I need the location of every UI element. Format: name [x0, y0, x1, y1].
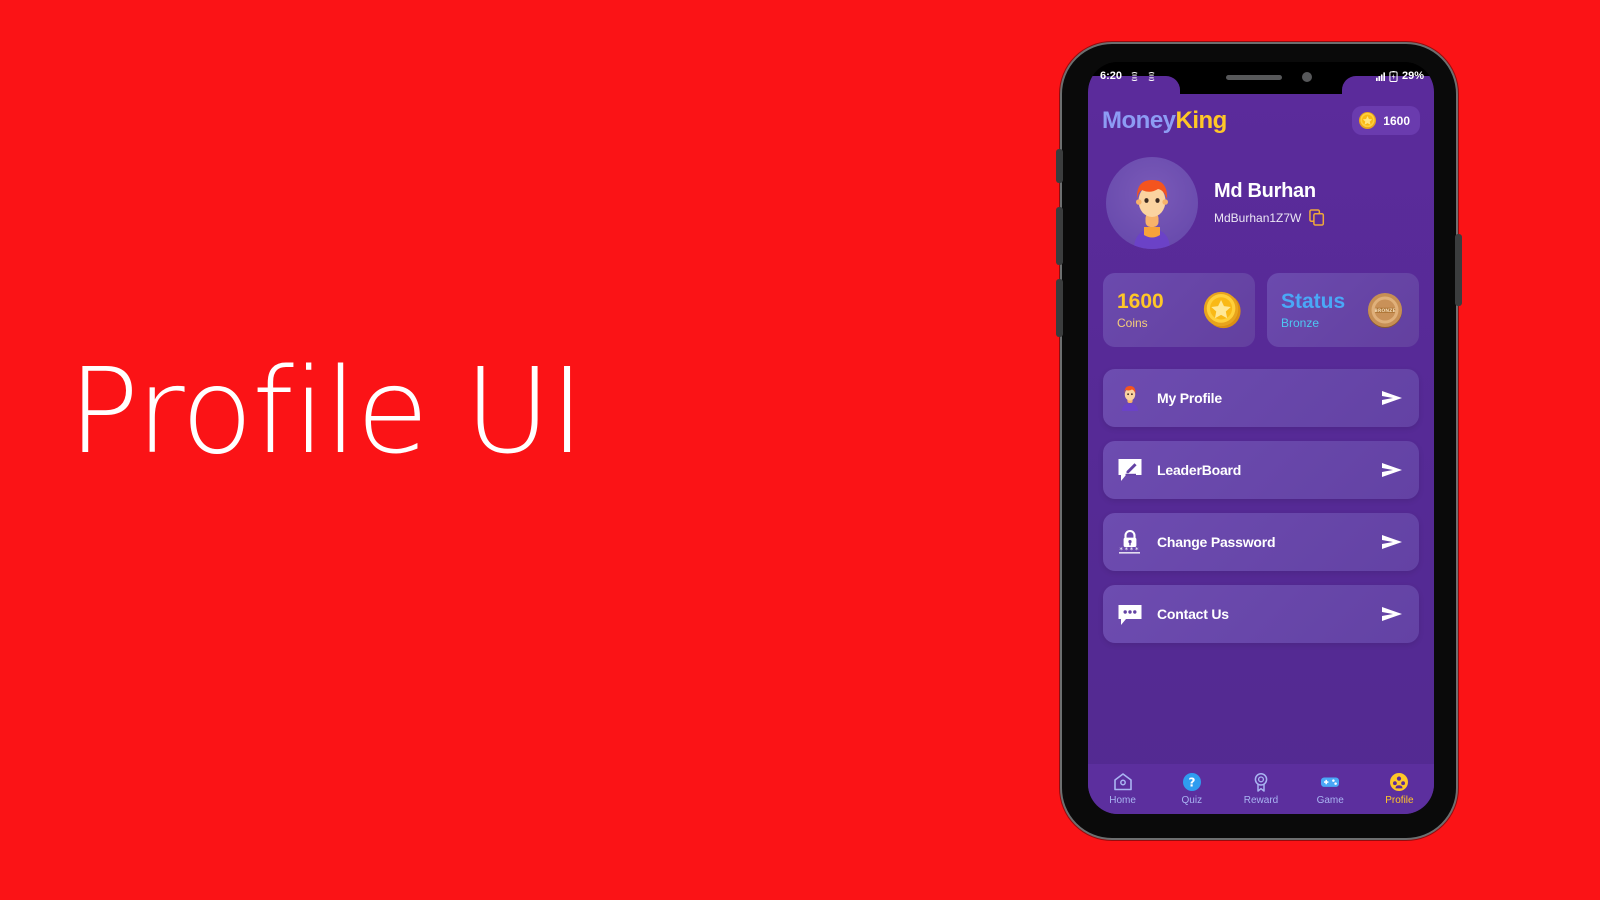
- coins-label: Coins: [1117, 316, 1148, 331]
- bottom-navigation: Home ? Quiz Reward Game Profile: [1088, 764, 1434, 814]
- power-button[interactable]: [1455, 234, 1462, 306]
- copy-icon[interactable]: [1309, 209, 1325, 226]
- status-bar: 6:20 29%: [1088, 62, 1434, 94]
- status-bar-left: 6:20: [1100, 70, 1156, 82]
- nav-item-quiz[interactable]: ? Quiz: [1157, 772, 1226, 806]
- mute-switch[interactable]: [1056, 149, 1063, 183]
- status-tier: Bronze: [1281, 316, 1320, 331]
- nav-item-label: Reward: [1243, 795, 1279, 806]
- phone-screen: 6:20 29% MoneyKing 1600 Md Burhan MdBurh…: [1088, 62, 1434, 814]
- status-card-text: Status Bronze: [1281, 290, 1345, 330]
- page-title: Profile UI: [68, 342, 585, 480]
- bronze-medal-icon: BRONZE: [1368, 293, 1402, 328]
- nav-item-label: Game: [1316, 795, 1344, 806]
- profile-id-row: MdBurhan1Z7W: [1214, 209, 1325, 226]
- menu-item-my-profile[interactable]: My Profile: [1103, 369, 1419, 427]
- coin-balance-badge[interactable]: 1600: [1352, 106, 1420, 135]
- send-arrow-icon[interactable]: [1381, 462, 1403, 478]
- profile-user-id: MdBurhan1Z7W: [1214, 210, 1302, 225]
- coins-card[interactable]: 1600 Coins: [1103, 273, 1255, 347]
- volume-down-button[interactable]: [1056, 279, 1063, 337]
- menu-item-change-password[interactable]: * * * * Change Password: [1103, 513, 1419, 571]
- menu-item-label: Change Password: [1157, 534, 1276, 550]
- menu-item-label: LeaderBoard: [1157, 462, 1242, 478]
- menu-item-contact-us[interactable]: Contact Us: [1103, 585, 1419, 643]
- avatar-icon: [1134, 180, 1170, 249]
- menu-item-label: My Profile: [1157, 390, 1222, 406]
- home-icon: [1113, 773, 1132, 791]
- nav-item-reward[interactable]: Reward: [1226, 772, 1295, 806]
- notch: [1180, 62, 1342, 90]
- menu-list: My Profile LeaderBoard * * * * Change Pa…: [1088, 347, 1434, 643]
- logo-part-king: King: [1175, 106, 1228, 134]
- phone-mockup: 6:20 29% MoneyKing 1600 Md Burhan MdBurh…: [1056, 42, 1462, 840]
- app-logo: MoneyKing: [1102, 107, 1227, 135]
- send-arrow-icon[interactable]: [1381, 390, 1403, 406]
- people-circle-icon: [1390, 773, 1409, 791]
- lock-asterisks-icon: * * * *: [1119, 529, 1140, 554]
- gamepad-icon: [1321, 777, 1340, 787]
- signal-icon: [1375, 71, 1385, 81]
- question-circle-icon: ?: [1182, 773, 1201, 791]
- poster-canvas: Profile UI 6:20 29% MoneyKing 1600 Md Bu…: [0, 0, 1600, 900]
- nav-item-game[interactable]: Game: [1296, 772, 1365, 806]
- send-arrow-icon[interactable]: [1381, 606, 1403, 622]
- coin-balance-amount: 1600: [1383, 113, 1410, 128]
- battery-percent: 29%: [1401, 70, 1424, 82]
- coins-card-text: 1600 Coins: [1117, 290, 1164, 330]
- avatar[interactable]: [1106, 157, 1198, 249]
- coin-star-icon: [1359, 111, 1377, 130]
- profile-summary: Md Burhan MdBurhan1Z7W: [1088, 135, 1434, 249]
- edit-chat-icon: [1118, 459, 1142, 481]
- svg-text:BRONZE: BRONZE: [1374, 308, 1395, 314]
- nav-item-label: Profile: [1385, 795, 1414, 806]
- earpiece-speaker: [1226, 75, 1282, 80]
- menu-item-label: Contact Us: [1157, 606, 1229, 622]
- volume-up-button[interactable]: [1056, 207, 1063, 265]
- profile-text-block: Md Burhan MdBurhan1Z7W: [1214, 180, 1325, 226]
- nav-item-home[interactable]: Home: [1088, 772, 1157, 806]
- status-card[interactable]: Status Bronze BRONZE: [1267, 273, 1419, 347]
- stats-row: 1600 Coins Status Bronze BRONZE: [1088, 249, 1434, 347]
- logo-part-money: Money: [1102, 106, 1176, 134]
- nav-item-profile[interactable]: Profile: [1365, 772, 1434, 806]
- clock: 6:20: [1100, 70, 1123, 82]
- sync-icon: [1148, 71, 1155, 81]
- sync-icon: [1131, 71, 1138, 81]
- front-camera: [1302, 72, 1312, 82]
- nav-item-label: Home: [1109, 795, 1136, 806]
- person-avatar-icon: [1122, 386, 1138, 411]
- app-screen: MoneyKing 1600 Md Burhan MdBurhan1Z7W 16…: [1088, 94, 1434, 814]
- status-title: Status: [1281, 289, 1346, 313]
- status-bar-right: 29%: [1375, 70, 1424, 82]
- nav-item-label: Quiz: [1181, 795, 1203, 806]
- svg-text:?: ?: [1188, 776, 1195, 790]
- profile-name: Md Burhan: [1214, 180, 1316, 202]
- award-ribbon-icon: [1254, 773, 1268, 792]
- send-arrow-icon[interactable]: [1381, 534, 1403, 550]
- chat-dots-icon: [1118, 605, 1142, 625]
- coin-star-icon: [1203, 291, 1241, 329]
- menu-item-leaderboard[interactable]: LeaderBoard: [1103, 441, 1419, 499]
- coins-value: 1600: [1117, 289, 1164, 313]
- app-header: MoneyKing 1600: [1088, 94, 1434, 135]
- battery-icon: [1389, 70, 1398, 82]
